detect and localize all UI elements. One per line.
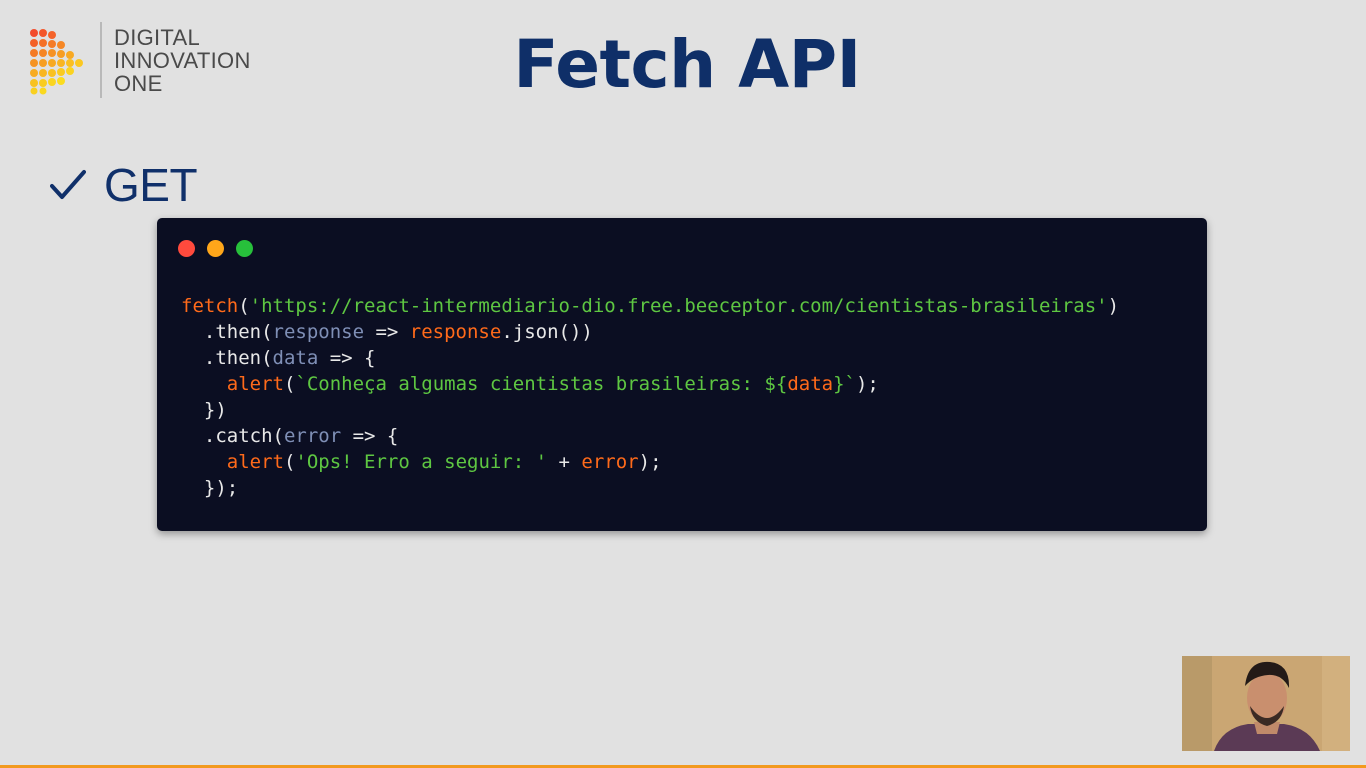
code-token: ) [1107,295,1120,317]
code-token: `Conheça algumas cientistas brasileiras:… [295,373,788,395]
code-line: .catch(error => { [181,423,1119,449]
code-token: }` [833,373,856,395]
close-dot [178,240,195,257]
code-line: alert('Ops! Erro a seguir: ' + error); [181,449,1119,475]
code-token: .then( [181,347,273,369]
window-dots [178,240,265,257]
code-token: 'https://react-intermediario-dio.free.be… [249,295,1108,317]
code-line: }); [181,475,1119,501]
code-token: alert [226,451,284,473]
code-token: ( [283,451,296,473]
code-token: }); [181,477,239,499]
code-token: .catch( [181,425,284,447]
code-token: data [787,373,834,395]
code-line: alert(`Conheça algumas cientistas brasil… [181,371,1119,397]
slide: DIGITAL INNOVATION ONE Fetch API GET fet… [0,0,1366,768]
code-token: => { [318,347,376,369]
code-token: + [547,451,582,473]
code-token: }) [181,399,227,421]
code-token: response [272,321,365,343]
maximize-dot [236,240,253,257]
bullet-label: GET [104,159,198,211]
code-token: .json()) [501,321,593,343]
code-line: .then(data => { [181,345,1119,371]
bullet-get: GET [50,158,198,212]
code-block: fetch('https://react-intermediario-dio.f… [181,293,1119,501]
minimize-dot [207,240,224,257]
code-window: fetch('https://react-intermediario-dio.f… [157,218,1207,531]
code-token: 'Ops! Erro a seguir: ' [295,451,548,473]
code-token: .then( [181,321,273,343]
code-token: => [364,321,410,343]
code-token: data [272,347,319,369]
code-token: => { [341,425,399,447]
code-token: fetch [181,295,239,317]
code-line: fetch('https://react-intermediario-dio.f… [181,293,1119,319]
code-token: response [409,321,502,343]
code-token: error [283,425,342,447]
code-token: error [581,451,639,473]
code-token: ( [283,373,296,395]
code-token: alert [226,373,284,395]
code-line: }) [181,397,1119,423]
code-token: ); [638,451,662,473]
check-icon [50,170,86,199]
code-line: .then(response => response.json()) [181,319,1119,345]
presenter-webcam [1182,656,1350,751]
code-token: ); [855,373,879,395]
presenter-video-icon [1182,656,1350,751]
code-token: ( [238,295,250,317]
slide-title: Fetch API [513,26,861,103]
